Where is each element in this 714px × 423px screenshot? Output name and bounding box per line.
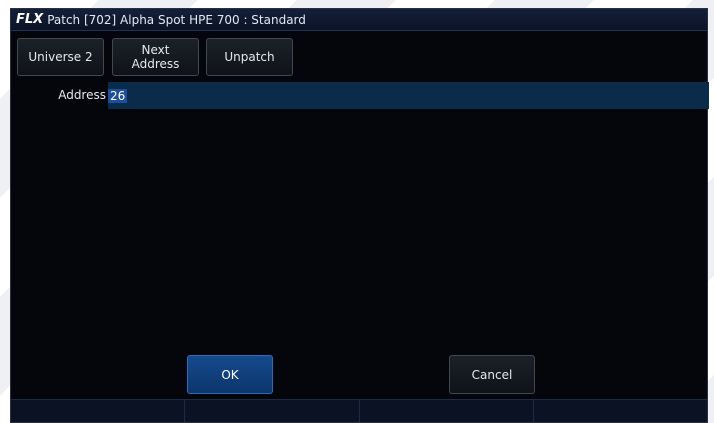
ok-button[interactable]: OK	[187, 355, 273, 394]
unpatch-button-label: Unpatch	[224, 50, 275, 64]
softkey-2[interactable]	[185, 400, 360, 422]
next-address-label-line2: Address	[131, 57, 180, 71]
cancel-button[interactable]: Cancel	[449, 355, 535, 394]
softkey-bar	[11, 399, 707, 422]
address-row: Address 26	[11, 82, 709, 109]
universe-button[interactable]: Universe 2	[17, 38, 104, 76]
next-address-label-line1: Next	[141, 43, 170, 57]
address-field[interactable]	[108, 82, 709, 109]
dialog-title: Patch [702] Alpha Spot HPE 700 : Standar…	[47, 12, 306, 27]
softkey-3[interactable]	[360, 400, 534, 422]
softkey-1[interactable]	[11, 400, 186, 422]
cancel-button-label: Cancel	[471, 367, 513, 382]
universe-button-label: Universe 2	[28, 50, 93, 64]
address-value: 26	[108, 88, 128, 103]
address-value-wrap: 26	[108, 82, 128, 109]
flx-logo: FLX	[16, 12, 44, 27]
softkey-4[interactable]	[534, 400, 707, 422]
next-address-button[interactable]: Next Address	[112, 38, 199, 76]
ok-button-label: OK	[221, 367, 239, 382]
address-label: Address	[58, 88, 106, 102]
unpatch-button[interactable]: Unpatch	[206, 38, 293, 76]
title-bar: FLX Patch [702] Alpha Spot HPE 700 : Sta…	[11, 9, 707, 31]
patch-dialog: FLX Patch [702] Alpha Spot HPE 700 : Sta…	[10, 8, 709, 423]
